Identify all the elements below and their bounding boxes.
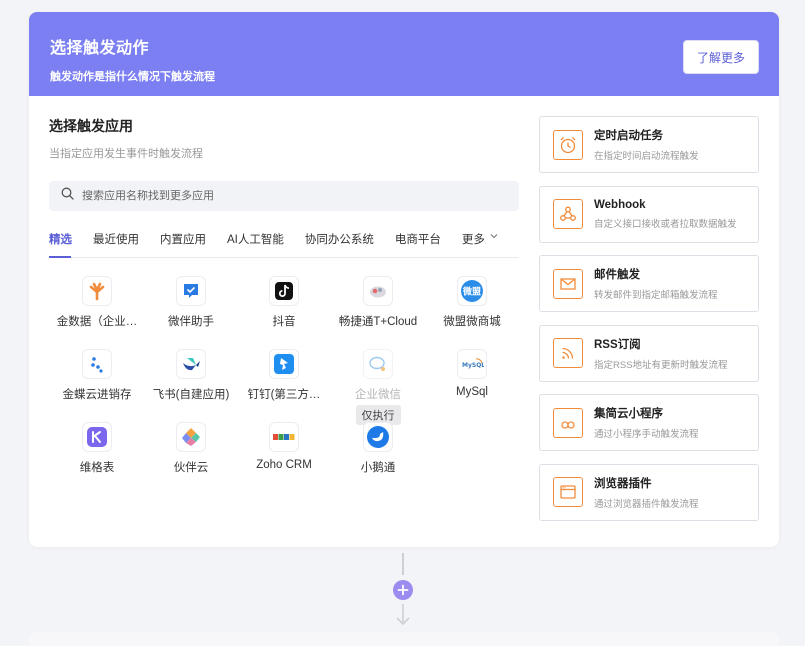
vika-icon [82, 422, 112, 452]
app-name: 小鹅通 [360, 462, 396, 474]
tab-featured[interactable]: 精选 [49, 231, 72, 257]
header-title: 选择触发动作 [50, 40, 150, 57]
app-tile-mysql[interactable]: MySQL MySql [424, 349, 520, 398]
section-subtitle: 当指定应用发生事件时触发流程 [49, 148, 203, 160]
app-name: 金蝶云进销存 [62, 389, 132, 401]
section-title: 选择触发应用 [49, 118, 133, 134]
app-tile-dingtalk[interactable]: 钉钉(第三方… [236, 349, 332, 402]
weimob-icon: 微盟 [457, 276, 487, 306]
tab-office[interactable]: 协同办公系统 [305, 231, 374, 257]
app-tile-weiban[interactable]: 微伴助手 [143, 276, 239, 329]
browser-plugin-icon [553, 477, 583, 508]
search-icon [61, 187, 74, 205]
trigger-email[interactable]: 邮件触发 转发邮件到指定邮箱触发流程 [539, 255, 759, 313]
header-subtitle: 触发动作是指什么情况下触发流程 [50, 71, 215, 83]
app-name: Zoho CRM [256, 459, 312, 471]
rss-icon [553, 338, 583, 369]
app-tile-chanjet[interactable]: 畅捷通T+Cloud [330, 276, 426, 329]
search-input[interactable] [82, 190, 482, 202]
trigger-browser-plugin[interactable]: 浏览器插件 通过浏览器插件触发流程 [539, 463, 759, 521]
trigger-desc: 自定义接口接收或者拉取数据触发 [594, 218, 737, 230]
chevron-down-icon [489, 231, 499, 244]
app-name: 抖音 [272, 316, 296, 328]
app-tile-feishu[interactable]: 飞书(自建应用) [143, 349, 239, 402]
trigger-list: 定时启动任务 在指定时间启动流程触发 Webhook 自定义接口接收或者拉取数据… [539, 116, 759, 534]
trigger-scheduled[interactable]: 定时启动任务 在指定时间启动流程触发 [539, 116, 759, 173]
app-tile-weimob[interactable]: 微盟 微盟微商城 [424, 276, 520, 329]
app-name: 飞书(自建应用) [152, 389, 230, 401]
trigger-title: RSS订阅 [594, 338, 641, 351]
trigger-card: 选择触发动作 触发动作是指什么情况下触发流程 了解更多 选择触发应用 当指定应用… [29, 12, 779, 547]
feishu-icon [176, 349, 206, 379]
tab-more[interactable]: 更多 [462, 231, 499, 257]
app-name: 微盟微商城 [443, 316, 501, 328]
app-name: 微伴助手 [168, 316, 214, 328]
trigger-mini-program[interactable]: 集简云小程序 通过小程序手动触发流程 [539, 394, 759, 452]
app-tile-kingdee[interactable]: 金蝶云进销存 [49, 349, 145, 402]
tab-ai[interactable]: AI人工智能 [227, 231, 284, 257]
trigger-title: 浏览器插件 [594, 477, 652, 490]
wecom-icon [363, 349, 393, 379]
trigger-desc: 转发邮件到指定邮箱触发流程 [594, 290, 718, 302]
jinshuju-icon [82, 276, 112, 306]
svg-text:MySQL: MySQL [462, 362, 484, 369]
trigger-desc: 通过小程序手动触发流程 [594, 429, 699, 441]
app-name: 钉钉(第三方… [247, 389, 321, 401]
mini-program-icon [553, 407, 583, 438]
arrow-down-icon [395, 604, 411, 631]
app-tile-vika[interactable]: 维格表 [49, 422, 145, 475]
weiban-icon [176, 276, 206, 306]
category-tabs: 精选 最近使用 内置应用 AI人工智能 协同办公系统 电商平台 更多 [49, 231, 519, 258]
mail-icon [553, 268, 583, 299]
app-name: 畅捷通T+Cloud [338, 316, 418, 328]
app-selector: 选择触发应用 当指定应用发生事件时触发流程 精选 最近使用 内置应用 AI人工智… [49, 116, 519, 474]
app-name: 企业微信 [355, 389, 401, 401]
app-tile-wecom[interactable]: 企业微信 仅执行 [330, 349, 426, 425]
trigger-title: 集简云小程序 [594, 408, 663, 421]
app-name: 伙伴云 [173, 462, 209, 474]
dingtalk-icon [269, 349, 299, 379]
douyin-icon [269, 276, 299, 306]
xiaoe-icon [363, 422, 393, 452]
flow-connector-line [402, 553, 404, 575]
learn-more-button[interactable]: 了解更多 [683, 40, 759, 74]
tab-recent[interactable]: 最近使用 [93, 231, 139, 257]
search-box[interactable] [49, 181, 519, 211]
add-step-button[interactable] [393, 580, 413, 600]
trigger-desc: 通过浏览器插件触发流程 [594, 498, 699, 510]
trigger-title: Webhook [594, 198, 646, 211]
svg-text:微盟: 微盟 [462, 286, 481, 298]
next-step-card [29, 632, 779, 646]
chanjet-icon [363, 276, 393, 306]
app-name: 维格表 [79, 462, 115, 474]
app-name: 金数据（企业… [56, 316, 138, 328]
mysql-icon: MySQL [457, 349, 487, 379]
alarm-clock-icon [553, 129, 583, 160]
trigger-webhook[interactable]: Webhook 自定义接口接收或者拉取数据触发 [539, 185, 759, 243]
tab-ecommerce[interactable]: 电商平台 [395, 231, 441, 257]
app-tile-huoban[interactable]: 伙伴云 [143, 422, 239, 475]
tab-builtin[interactable]: 内置应用 [160, 231, 206, 257]
app-tile-jinshuju[interactable]: 金数据（企业… [49, 276, 145, 329]
trigger-title: 邮件触发 [594, 269, 640, 282]
app-tile-zoho[interactable]: Zoho CRM [236, 422, 332, 471]
plus-icon [397, 584, 409, 596]
trigger-desc: 指定RSS地址有更新时触发流程 [594, 359, 728, 371]
tab-more-label: 更多 [461, 234, 485, 246]
app-tile-xiaoe[interactable]: 小鹅通 [330, 422, 426, 475]
huoban-icon [176, 422, 206, 452]
app-name: MySql [456, 386, 488, 398]
trigger-desc: 在指定时间启动流程触发 [594, 151, 699, 162]
trigger-rss[interactable]: RSS订阅 指定RSS地址有更新时触发流程 [539, 324, 759, 382]
webhook-icon [553, 199, 583, 230]
zoho-icon [269, 422, 299, 452]
app-tile-douyin[interactable]: 抖音 [236, 276, 332, 329]
kingdee-icon [82, 349, 112, 379]
header-banner: 选择触发动作 触发动作是指什么情况下触发流程 了解更多 [29, 12, 779, 96]
trigger-title: 定时启动任务 [594, 130, 663, 142]
